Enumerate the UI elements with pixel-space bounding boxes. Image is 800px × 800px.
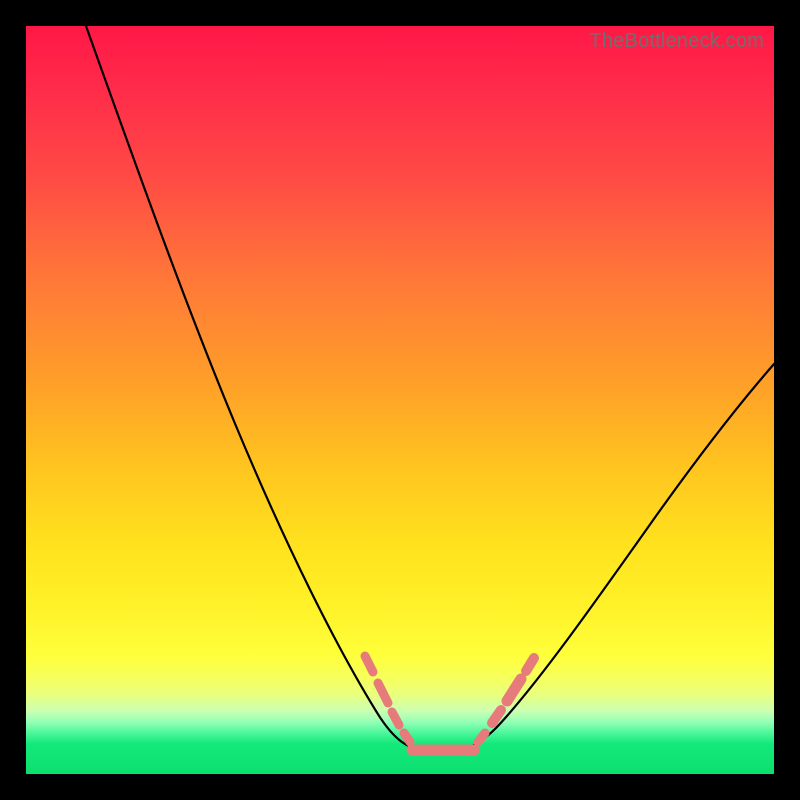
cluster-mark [378,683,388,703]
cluster-mark [478,733,485,742]
cluster-mark [404,733,410,742]
cluster-mark [507,679,521,701]
cluster-mark [392,712,399,725]
chart-frame: TheBottleneck.com [0,0,800,800]
valley-cluster [26,26,774,774]
plot-area: TheBottleneck.com [26,26,774,774]
cluster-mark [365,656,373,672]
cluster-mark [526,658,534,671]
cluster-mark [492,710,501,723]
